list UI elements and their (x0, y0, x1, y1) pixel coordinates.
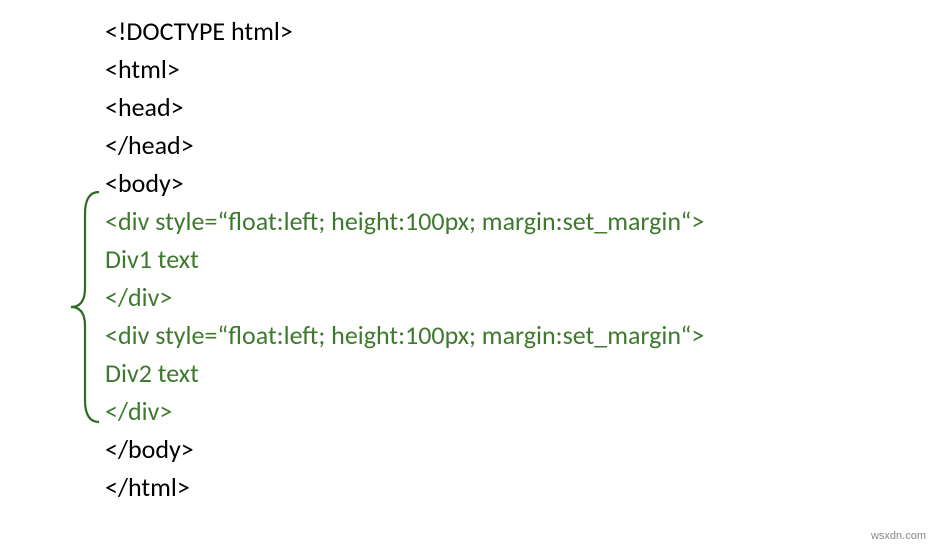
code-line: </head> (105, 126, 934, 164)
code-line: Div1 text (105, 240, 934, 278)
code-line: <head> (105, 88, 934, 126)
code-line: <!DOCTYPE html> (105, 12, 934, 50)
code-snippet: <!DOCTYPE html> <html> <head> </head> <b… (105, 12, 934, 506)
code-line: </div> (105, 392, 934, 430)
code-line: </body> (105, 430, 934, 468)
code-line: <body> (105, 164, 934, 202)
code-line: </div> (105, 278, 934, 316)
code-line: <div style=“float:left; height:100px; ma… (105, 202, 934, 240)
code-line: Div2 text (105, 354, 934, 392)
watermark-text: wsxdn.com (871, 530, 926, 542)
code-line: <div style=“float:left; height:100px; ma… (105, 316, 934, 354)
code-line: <html> (105, 50, 934, 88)
brace-icon (65, 188, 103, 426)
code-line: </html> (105, 468, 934, 506)
